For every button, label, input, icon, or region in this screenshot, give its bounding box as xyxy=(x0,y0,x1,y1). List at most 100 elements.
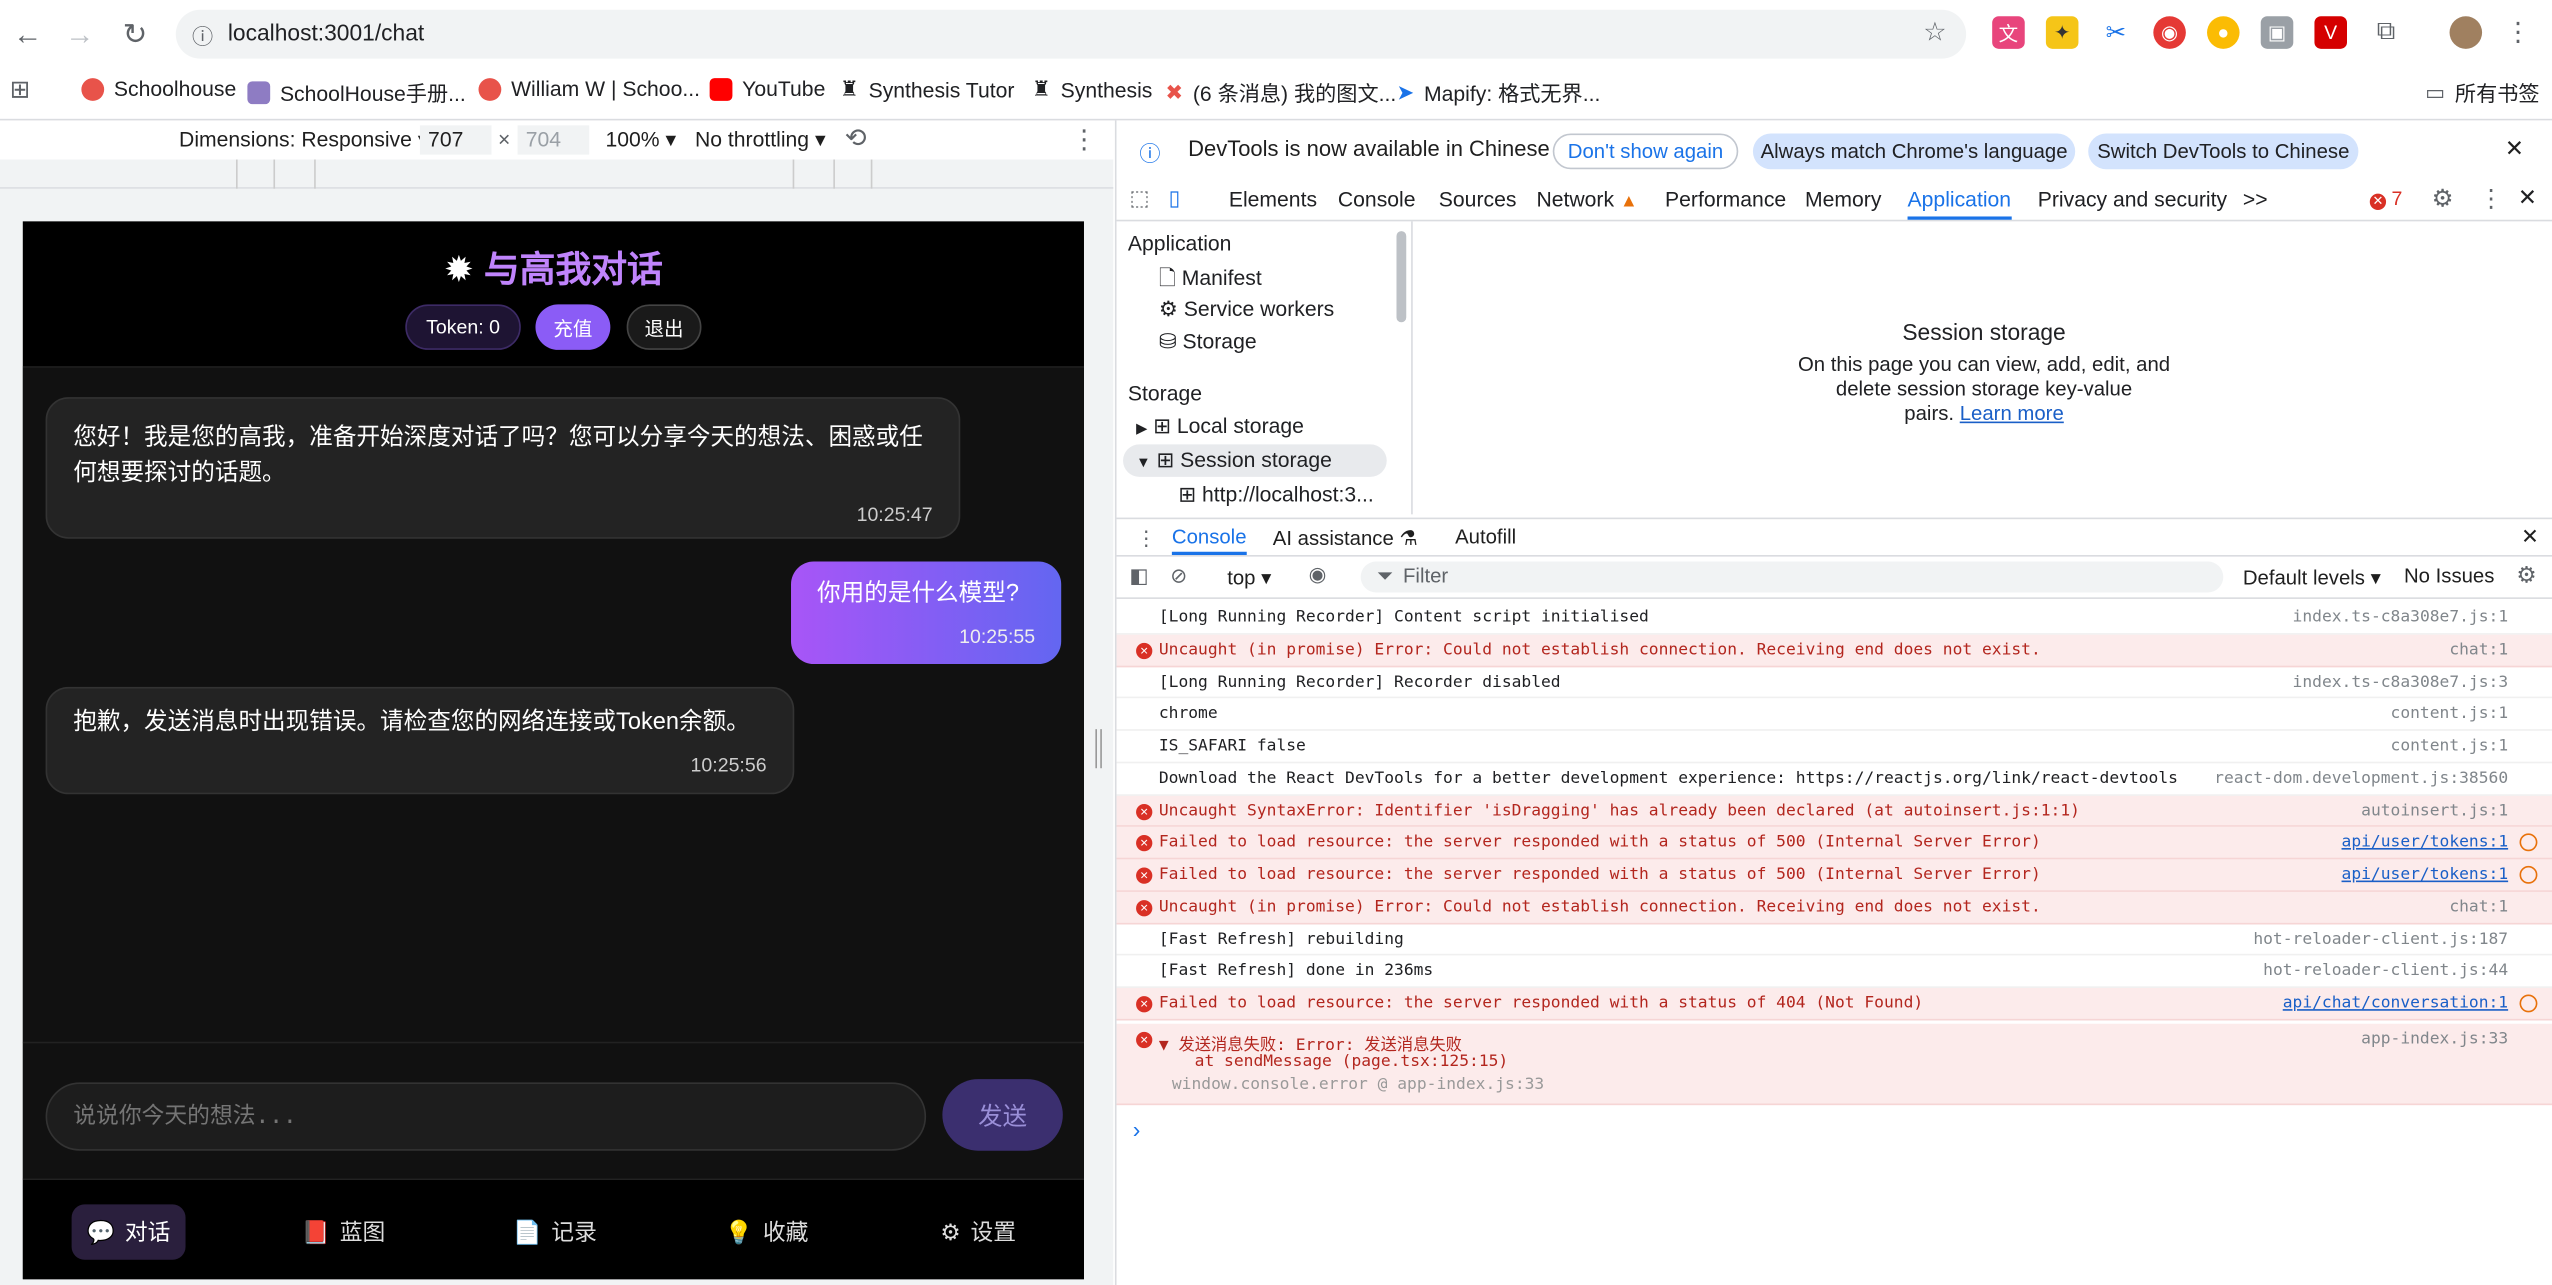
site-info-icon[interactable]: ⓘ xyxy=(192,20,213,51)
all-bookmarks[interactable]: ▭ 所有书签 xyxy=(2425,76,2539,107)
extensions-puzzle-icon[interactable]: ⧉ xyxy=(2369,16,2403,49)
log-source[interactable]: app-index.js:33 xyxy=(2361,1030,2508,1048)
network-request-icon[interactable] xyxy=(2519,865,2538,884)
extension-image-icon[interactable]: ▣ xyxy=(2260,16,2294,49)
sidebar-toggle-icon[interactable]: ◧ xyxy=(1130,563,1149,588)
console-error-row[interactable]: ✕ Failed to load resource: the server res… xyxy=(1116,859,2552,892)
nav-chat[interactable]: 💬 对话 xyxy=(71,1204,186,1260)
console-prompt-icon[interactable]: › xyxy=(1133,1117,1141,1143)
close-drawer-icon[interactable]: ✕ xyxy=(2521,524,2539,550)
network-request-icon[interactable] xyxy=(2519,994,2538,1013)
tab-performance[interactable]: Performance xyxy=(1665,187,1786,211)
dimensions-select[interactable]: Dimensions: Responsive ▾ xyxy=(179,127,428,153)
console-log-row[interactable]: [Long Running Recorder] Content script i… xyxy=(1116,602,2552,635)
log-source[interactable]: hot-reloader-client.js:187 xyxy=(2253,930,2508,948)
switch-chinese-button[interactable]: Switch DevTools to Chinese xyxy=(2088,133,2359,170)
console-error-row[interactable]: ✕ Uncaught (in promise) Error: Could not … xyxy=(1116,891,2552,924)
log-source[interactable]: api/user/tokens:1 xyxy=(2342,866,2509,884)
more-options-icon[interactable]: ⋮ xyxy=(1071,124,1097,157)
match-language-button[interactable]: Always match Chrome's language xyxy=(1752,133,2076,170)
scrollbar[interactable] xyxy=(1396,231,1407,323)
close-devtools-icon[interactable]: ✕ xyxy=(2518,184,2537,212)
console-error-row[interactable]: ✕ Failed to load resource: the server res… xyxy=(1116,987,2552,1021)
log-source[interactable]: index.ts-c8a308e7.js:3 xyxy=(2293,673,2509,691)
console-settings-icon[interactable]: ⚙ xyxy=(2516,562,2536,590)
more-options-icon[interactable]: ⋮ xyxy=(2479,184,2503,214)
height-input[interactable]: 704 xyxy=(517,125,590,155)
throttle-select[interactable]: No throttling ▾ xyxy=(695,127,826,153)
log-source[interactable]: chat:1 xyxy=(2449,641,2508,659)
profile-avatar[interactable] xyxy=(2449,16,2483,49)
extension-translate-icon[interactable]: 文 xyxy=(1992,16,2025,49)
issues-button[interactable]: No Issues xyxy=(2404,565,2494,588)
log-source[interactable]: content.js:1 xyxy=(2391,737,2509,755)
log-source[interactable]: hot-reloader-client.js:44 xyxy=(2263,962,2508,980)
tab-console[interactable]: Console xyxy=(1338,187,1416,211)
extension-color-icon[interactable]: ● xyxy=(2207,16,2240,49)
tree-session-storage[interactable]: ▼ ⊞ Session storage xyxy=(1123,444,1387,477)
drawer-tab-console[interactable]: Console xyxy=(1171,526,1247,556)
tree-storage[interactable]: ⛁ Storage xyxy=(1159,329,1257,355)
eye-icon[interactable]: ◉ xyxy=(1309,562,1327,586)
log-source[interactable]: autoinsert.js:1 xyxy=(2361,802,2508,820)
clear-console-icon[interactable]: ⊘ xyxy=(1170,563,1187,588)
logout-button[interactable]: 退出 xyxy=(626,304,702,350)
nav-blueprint[interactable]: 📕 蓝图 xyxy=(286,1204,400,1259)
log-source[interactable]: api/user/tokens:1 xyxy=(2342,834,2509,852)
tab-elements[interactable]: Elements xyxy=(1229,187,1317,211)
apps-grid-icon[interactable]: ⊞ xyxy=(10,75,30,104)
tab-application[interactable]: Application xyxy=(1907,187,2012,220)
bookmark-william[interactable]: William W | Schoo... xyxy=(478,76,700,101)
extension-record-icon[interactable]: ◉ xyxy=(2153,16,2186,49)
log-source[interactable]: content.js:1 xyxy=(2391,705,2509,723)
tab-network[interactable]: Network ▲ xyxy=(1536,187,1637,211)
learn-more-link[interactable]: Learn more xyxy=(1960,402,2064,425)
log-source[interactable]: chat:1 xyxy=(2449,898,2508,916)
extension-v-icon[interactable]: V xyxy=(2314,16,2347,49)
console-error-row[interactable]: ✕ Uncaught (in promise) Error: Could not … xyxy=(1116,634,2552,667)
nav-records[interactable]: 📄 记录 xyxy=(498,1204,612,1259)
tree-service-workers[interactable]: ⚙ Service workers xyxy=(1159,296,1334,322)
console-log-row[interactable]: chrome content.js:1 xyxy=(1116,699,2552,731)
back-icon[interactable]: ← xyxy=(7,13,49,55)
extension-ninja-icon[interactable]: ✦ xyxy=(2045,16,2079,49)
forward-icon[interactable]: → xyxy=(59,13,101,55)
send-button[interactable]: 发送 xyxy=(942,1079,1063,1151)
levels-select[interactable]: Default levels ▾ xyxy=(2243,565,2381,589)
chrome-menu-icon[interactable]: ⋮ xyxy=(2501,16,2535,49)
bookmark-csdn[interactable]: ✖ (6 条消息) 我的图文... xyxy=(1165,76,1396,107)
tab-memory[interactable]: Memory xyxy=(1805,187,1881,211)
drawer-menu-icon[interactable]: ⋮ xyxy=(1136,526,1156,550)
width-input[interactable]: 707 xyxy=(419,125,492,155)
dont-show-button[interactable]: Don't show again xyxy=(1552,133,1739,170)
network-request-icon[interactable] xyxy=(2519,833,2538,852)
nav-favorites[interactable]: 💡 收藏 xyxy=(710,1204,824,1259)
console-error-row[interactable]: ✕ Failed to load resource: the server res… xyxy=(1116,827,2552,860)
console-log-row[interactable]: [Long Running Recorder] Recorder disable… xyxy=(1116,667,2552,699)
log-source[interactable]: react-dom.development.js:38560 xyxy=(2214,769,2508,787)
rotate-icon[interactable]: ⟲ xyxy=(845,122,867,155)
address-bar[interactable]: ⓘ localhost:3001/chat ☆ xyxy=(175,9,1967,59)
star-icon[interactable]: ☆ xyxy=(1923,16,1946,49)
device-toggle-icon[interactable]: ▯ xyxy=(1169,186,1181,212)
tree-session-origin[interactable]: ⊞ http://localhost:3... xyxy=(1178,482,1373,508)
tree-local-storage[interactable]: ▶ ⊞ Local storage xyxy=(1136,413,1304,439)
drawer-tab-autofill[interactable]: Autofill xyxy=(1455,526,1516,549)
bookmark-mapify[interactable]: ➤ Mapify: 格式无界... xyxy=(1396,76,1600,107)
console-log-row[interactable]: [Fast Refresh] done in 236ms hot-reloader… xyxy=(1116,956,2552,988)
context-select[interactable]: top ▾ xyxy=(1227,565,1271,589)
console-log-row[interactable]: [Fast Refresh] rebuilding hot-reloader-cl… xyxy=(1116,924,2552,956)
reload-icon[interactable]: ↻ xyxy=(114,13,156,55)
bookmark-synthesis-tutor[interactable]: ♜ Synthesis Tutor xyxy=(840,76,1015,102)
bookmark-youtube[interactable]: YouTube xyxy=(709,76,825,101)
tree-manifest[interactable]: 🗋 Manifest xyxy=(1159,264,1262,300)
log-source[interactable]: api/chat/conversation:1 xyxy=(2283,994,2508,1012)
error-count-badge[interactable]: ✕ 7 xyxy=(2369,187,2402,210)
console-log-row[interactable]: IS_SAFARI false content.js:1 xyxy=(1116,731,2552,763)
log-source[interactable]: index.ts-c8a308e7.js:1 xyxy=(2293,609,2509,627)
bookmark-schoolhouse-manual[interactable]: SchoolHouse手册... xyxy=(247,76,466,107)
nav-settings[interactable]: ⚙ 设置 xyxy=(921,1204,1035,1259)
console-error-row[interactable]: ✕ Uncaught SyntaxError: Identifier 'isDra… xyxy=(1116,795,2552,828)
close-icon[interactable]: ✕ xyxy=(2505,135,2524,163)
resize-handle[interactable] xyxy=(1095,729,1102,769)
